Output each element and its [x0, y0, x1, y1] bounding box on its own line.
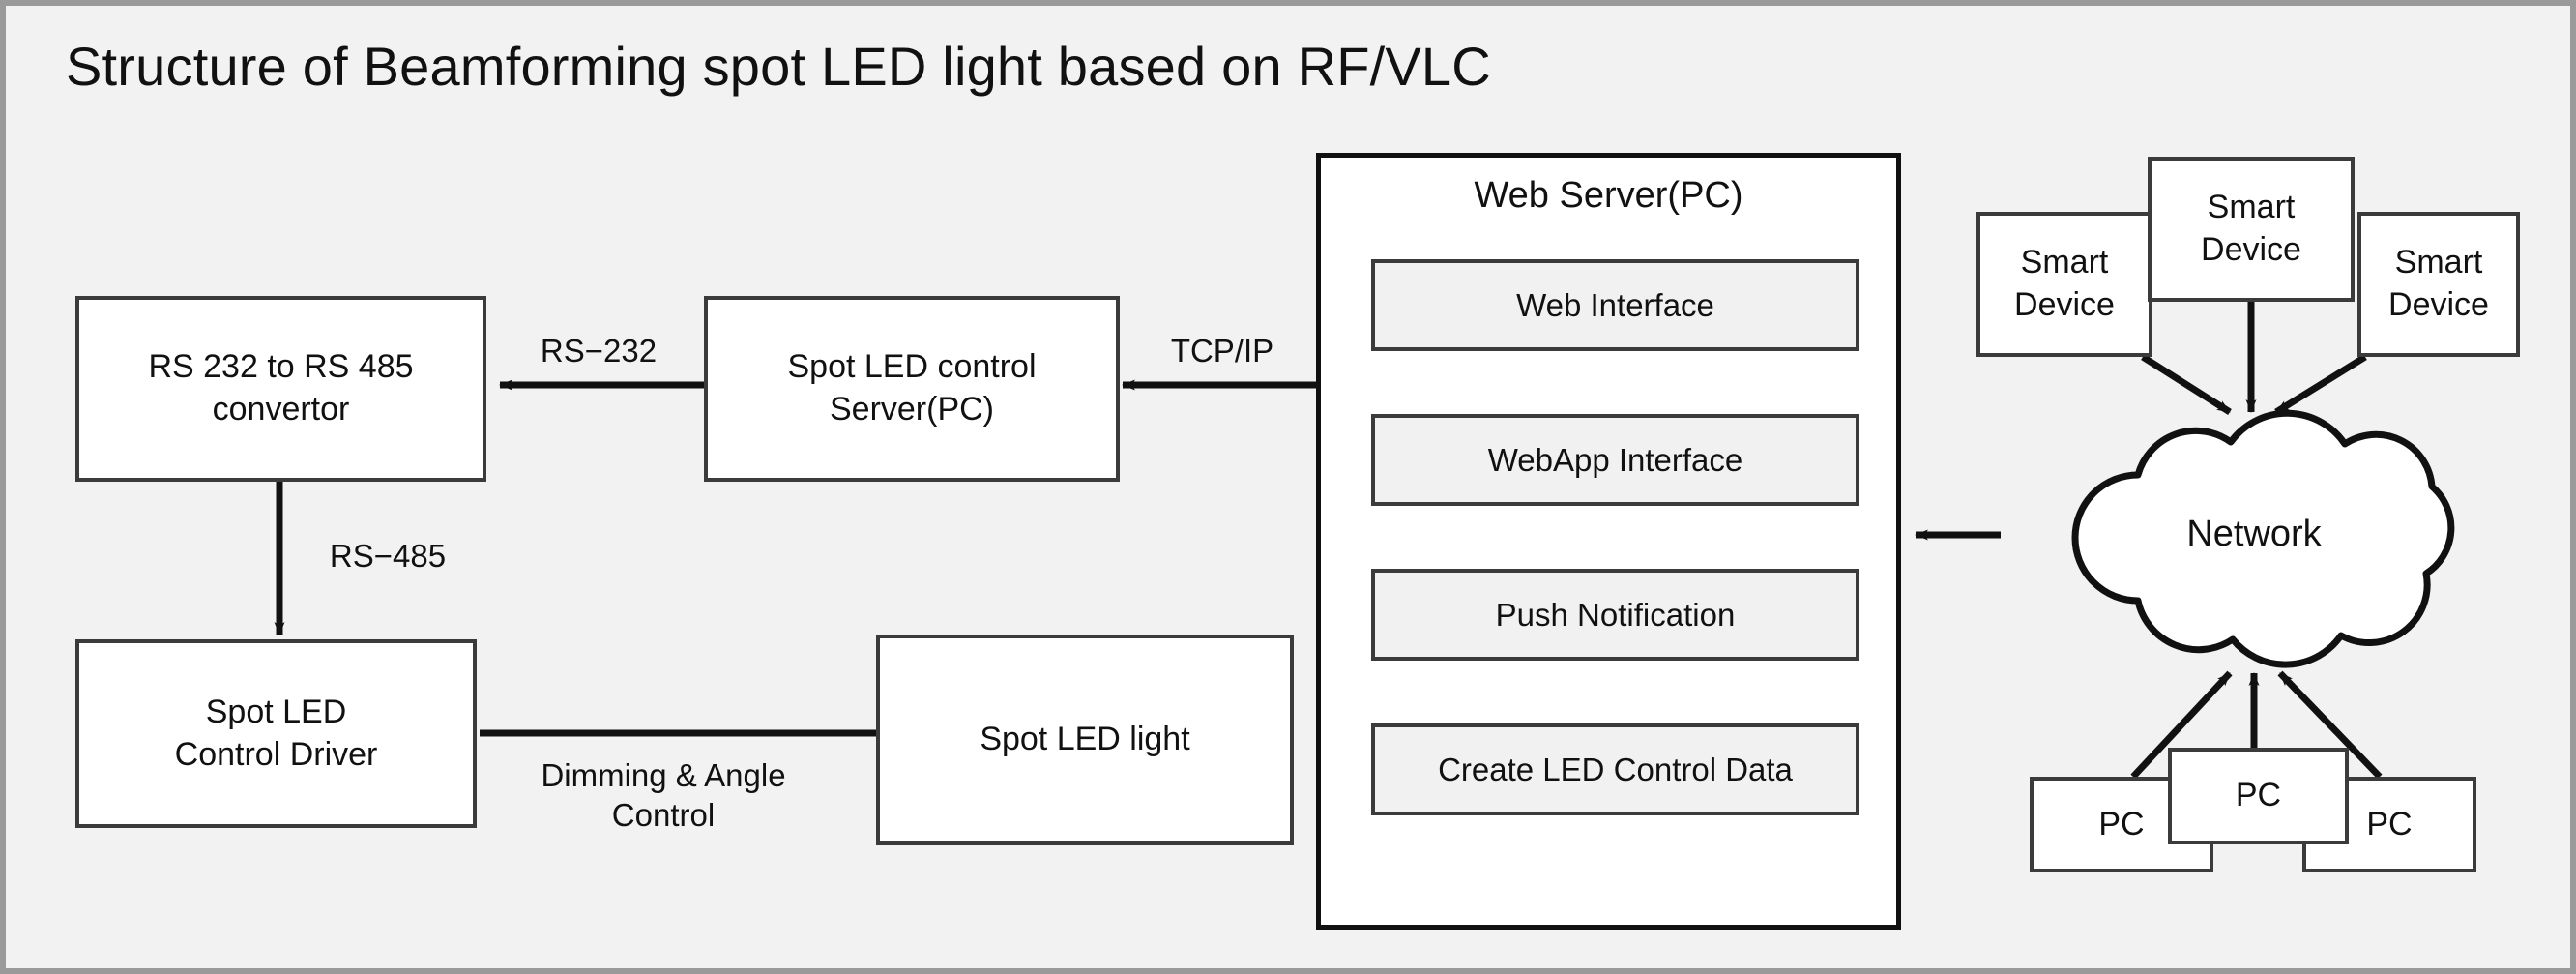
spot-led-control-server-label: Spot LED control Server(PC) — [787, 348, 1037, 428]
smart-device-label: Smart Device — [2014, 244, 2115, 323]
spot-led-control-driver-label: Spot LED Control Driver — [174, 693, 378, 773]
web-server-item-label: Push Notification — [1495, 596, 1736, 633]
smart-device-label: Smart Device — [2201, 189, 2301, 268]
web-server-item-label: Web Interface — [1516, 286, 1714, 323]
smart-device-left-box[interactable]: Smart Device — [1976, 212, 2152, 357]
edge-smartdevice-left-to-network — [2141, 354, 2232, 415]
rs232-to-rs485-converter-label: RS 232 to RS 485 convertor — [148, 348, 414, 428]
edge-label-rs232: RS−232 — [540, 333, 658, 369]
spot-led-light-label: Spot LED light — [980, 721, 1190, 758]
web-server-item-create-led-control-data[interactable]: Create LED Control Data — [1371, 723, 1859, 815]
web-server-item-push-notification[interactable]: Push Notification — [1371, 569, 1859, 661]
pc-label: PC — [2235, 777, 2282, 814]
web-server-item-label: Create LED Control Data — [1438, 751, 1793, 787]
spot-led-control-driver-box[interactable]: Spot LED Control Driver — [75, 639, 477, 828]
pc-label: PC — [2366, 805, 2413, 842]
edge-label-dimming-angle-control: Dimming & Angle Control — [541, 757, 786, 834]
edge-smartdevice-right-to-network — [2274, 354, 2367, 415]
network-label: Network — [2186, 514, 2322, 554]
edge-label-tcpip: TCP/IP — [1170, 333, 1274, 369]
spot-led-light-box[interactable]: Spot LED light — [876, 635, 1294, 845]
pc-center-box[interactable]: PC — [2168, 748, 2349, 844]
smart-device-label: Smart Device — [2388, 244, 2489, 323]
web-server-panel: Web Server(PC) Web Interface WebApp Inte… — [1316, 153, 1901, 930]
web-server-title: Web Server(PC) — [1474, 175, 1743, 216]
pc-label: PC — [2098, 805, 2145, 842]
smart-device-center-box[interactable]: Smart Device — [2148, 157, 2355, 302]
edge-label-rs485: RS−485 — [329, 538, 447, 574]
web-server-item-label: WebApp Interface — [1487, 441, 1743, 478]
spot-led-control-server-box[interactable]: Spot LED control Server(PC) — [704, 296, 1120, 482]
web-server-item-webapp-interface[interactable]: WebApp Interface — [1371, 414, 1859, 506]
diagram-canvas: Structure of Beamforming spot LED light … — [0, 0, 2576, 974]
page-title: Structure of Beamforming spot LED light … — [66, 36, 1491, 97]
smart-device-right-box[interactable]: Smart Device — [2357, 212, 2520, 357]
rs232-to-rs485-converter-box[interactable]: RS 232 to RS 485 convertor — [75, 296, 486, 482]
web-server-item-web-interface[interactable]: Web Interface — [1371, 259, 1859, 351]
